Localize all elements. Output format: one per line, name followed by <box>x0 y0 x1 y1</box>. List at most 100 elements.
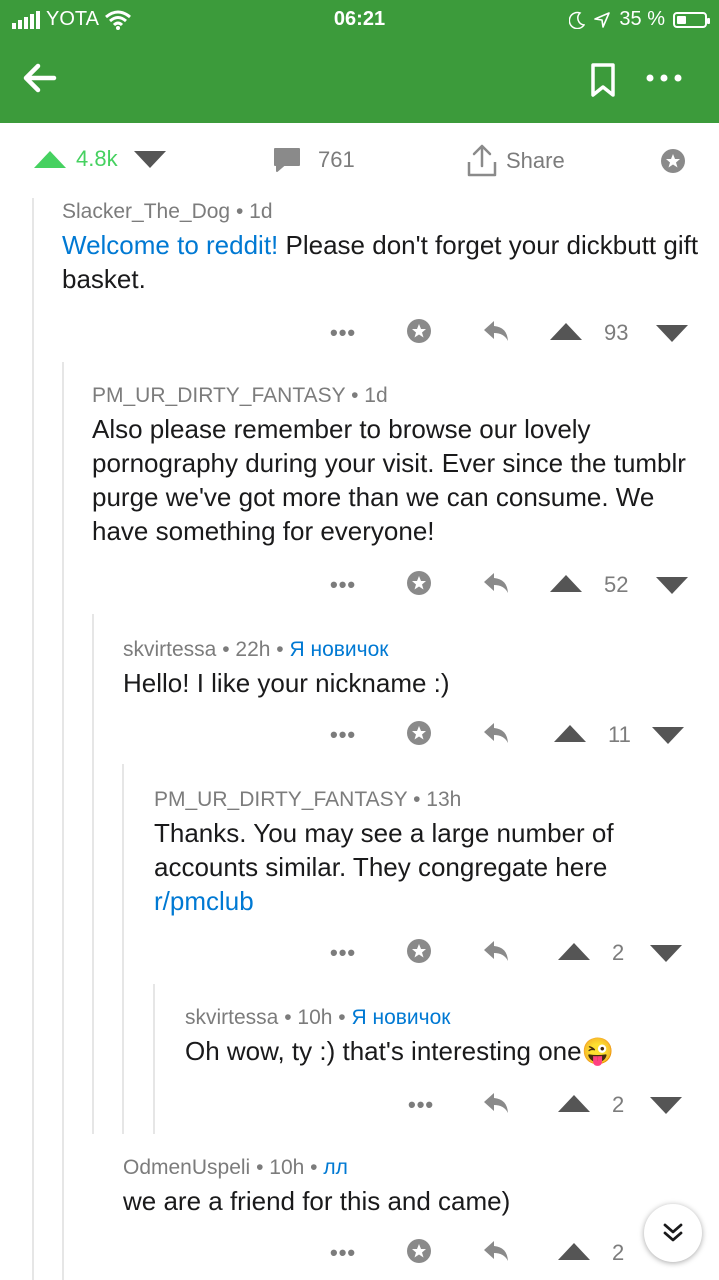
comment-score: 93 <box>604 320 629 345</box>
thread-line[interactable] <box>62 362 64 1280</box>
award-icon[interactable] <box>404 936 434 966</box>
upvote-icon[interactable] <box>32 148 68 170</box>
comment: OdmenUspeli • 10h • лл we are a friend f… <box>123 1156 623 1218</box>
reply-icon[interactable] <box>482 318 510 344</box>
upvote-icon[interactable] <box>556 940 592 962</box>
subreddit-link[interactable]: r/pmclub <box>154 886 254 916</box>
comment-icon <box>274 148 300 172</box>
comment-meta: PM_UR_DIRTY_FANTASY • 13h <box>154 788 704 812</box>
comment: PM_UR_DIRTY_FANTASY • 13h Thanks. You ma… <box>154 788 704 918</box>
meta-separator: • <box>235 200 244 223</box>
comment-body: Also please remember to browse our lovel… <box>92 412 702 548</box>
battery-percent: 35 % <box>619 8 665 30</box>
comment-actions: ••• 2 <box>330 936 690 972</box>
comment: skvirtessa • 22h • Я новичок Hello! I li… <box>123 638 703 700</box>
more-icon[interactable] <box>644 68 684 88</box>
reply-icon[interactable] <box>482 720 510 746</box>
thread-line[interactable] <box>122 764 124 1134</box>
user-flair: лл <box>323 1156 348 1179</box>
winking-tongue-emoji: 😜 <box>581 1036 614 1066</box>
post-vote: 4.8k <box>32 146 168 172</box>
share-button[interactable]: Share <box>466 144 565 178</box>
next-comment-button[interactable] <box>644 1204 702 1262</box>
upvote-icon[interactable] <box>556 1240 592 1262</box>
comment-age: 10h <box>269 1156 305 1179</box>
bookmark-icon[interactable] <box>588 62 618 98</box>
comment-body: Welcome to reddit! Please don't forget y… <box>62 228 702 296</box>
award-icon[interactable] <box>404 568 434 598</box>
award-button[interactable] <box>658 146 688 176</box>
comment: PM_UR_DIRTY_FANTASY • 1d Also please rem… <box>92 384 702 548</box>
status-right: 35 % <box>569 8 710 31</box>
comment-meta: PM_UR_DIRTY_FANTASY • 1d <box>92 384 702 408</box>
more-icon[interactable]: ••• <box>330 940 356 966</box>
comment-count: 761 <box>318 147 355 172</box>
thread-line[interactable] <box>92 614 94 1134</box>
reply-icon[interactable] <box>482 1090 510 1116</box>
comment: skvirtessa • 10h • Я новичок Oh wow, ty … <box>185 1006 705 1068</box>
comment-score: 52 <box>604 572 629 597</box>
comment-score: 2 <box>612 1092 625 1117</box>
comment-author[interactable]: OdmenUspeli <box>123 1156 250 1179</box>
meta-separator: • <box>284 1006 292 1029</box>
comment-age: 10h <box>297 1006 333 1029</box>
meta-separator: • <box>256 1156 264 1179</box>
comment-author[interactable]: skvirtessa <box>185 1006 278 1029</box>
post-action-bar: 4.8k 761 Share <box>0 124 719 196</box>
comment-text: Hello! I like your nickname :) <box>123 668 450 698</box>
comment-body: Hello! I like your nickname :) <box>123 666 703 700</box>
comment-actions: ••• 2 <box>330 1236 660 1272</box>
award-icon[interactable] <box>404 1236 434 1266</box>
post-score: 4.8k <box>76 146 118 171</box>
more-icon[interactable]: ••• <box>330 320 356 346</box>
downvote-icon[interactable] <box>650 724 686 746</box>
comment-actions: ••• 11 <box>330 718 690 754</box>
comment-author[interactable]: PM_UR_DIRTY_FANTASY <box>92 384 345 407</box>
comment-meta: OdmenUspeli • 10h • лл <box>123 1156 623 1180</box>
status-bar: YOTA 06:21 35 % <box>0 0 719 40</box>
thread-line[interactable] <box>32 198 34 1280</box>
meta-separator: • <box>338 1006 346 1029</box>
comment-author[interactable]: PM_UR_DIRTY_FANTASY <box>154 788 407 811</box>
downvote-icon[interactable] <box>654 322 690 344</box>
comment-text: we are a friend for this and came) <box>123 1186 511 1216</box>
comment-link[interactable]: Welcome to reddit! <box>62 230 278 260</box>
comment-meta: Slacker_The_Dog • 1d <box>62 200 702 224</box>
more-icon[interactable]: ••• <box>330 1240 356 1266</box>
reply-icon[interactable] <box>482 1238 510 1264</box>
downvote-icon[interactable] <box>654 574 690 596</box>
upvote-icon[interactable] <box>548 320 584 342</box>
downvote-icon[interactable] <box>648 942 684 964</box>
upvote-icon[interactable] <box>548 572 584 594</box>
comment-body: we are a friend for this and came) <box>123 1184 623 1218</box>
back-arrow-icon[interactable] <box>20 58 60 98</box>
comment-age: 1d <box>249 200 273 223</box>
comment-age: 1d <box>364 384 388 407</box>
battery-icon <box>673 11 710 28</box>
reply-icon[interactable] <box>482 570 510 596</box>
downvote-icon[interactable] <box>132 148 168 170</box>
meta-separator: • <box>413 788 421 811</box>
comment-author[interactable]: Slacker_The_Dog <box>62 200 230 223</box>
thread-line[interactable] <box>153 984 155 1134</box>
meta-separator: • <box>222 638 230 661</box>
comment-text: Also please remember to browse our lovel… <box>92 414 686 546</box>
comment-score: 2 <box>612 940 625 965</box>
downvote-icon[interactable] <box>648 1094 684 1116</box>
comment-actions: ••• 52 <box>330 568 690 604</box>
more-icon[interactable]: ••• <box>330 722 356 748</box>
more-icon[interactable]: ••• <box>408 1092 434 1118</box>
comments-button[interactable]: 761 <box>272 146 355 174</box>
comment-author[interactable]: skvirtessa <box>123 638 216 661</box>
location-icon <box>594 11 611 28</box>
comment-text: Thanks. You may see a large number of ac… <box>154 818 614 882</box>
reply-icon[interactable] <box>482 938 510 964</box>
upvote-icon[interactable] <box>552 722 588 744</box>
moon-icon <box>569 11 586 29</box>
more-icon[interactable]: ••• <box>330 572 356 598</box>
award-icon[interactable] <box>404 718 434 748</box>
comment-body: Oh wow, ty :) that's interesting one😜 <box>185 1034 705 1068</box>
comment-body: Thanks. You may see a large number of ac… <box>154 816 704 918</box>
award-icon[interactable] <box>404 316 434 346</box>
upvote-icon[interactable] <box>556 1092 592 1114</box>
